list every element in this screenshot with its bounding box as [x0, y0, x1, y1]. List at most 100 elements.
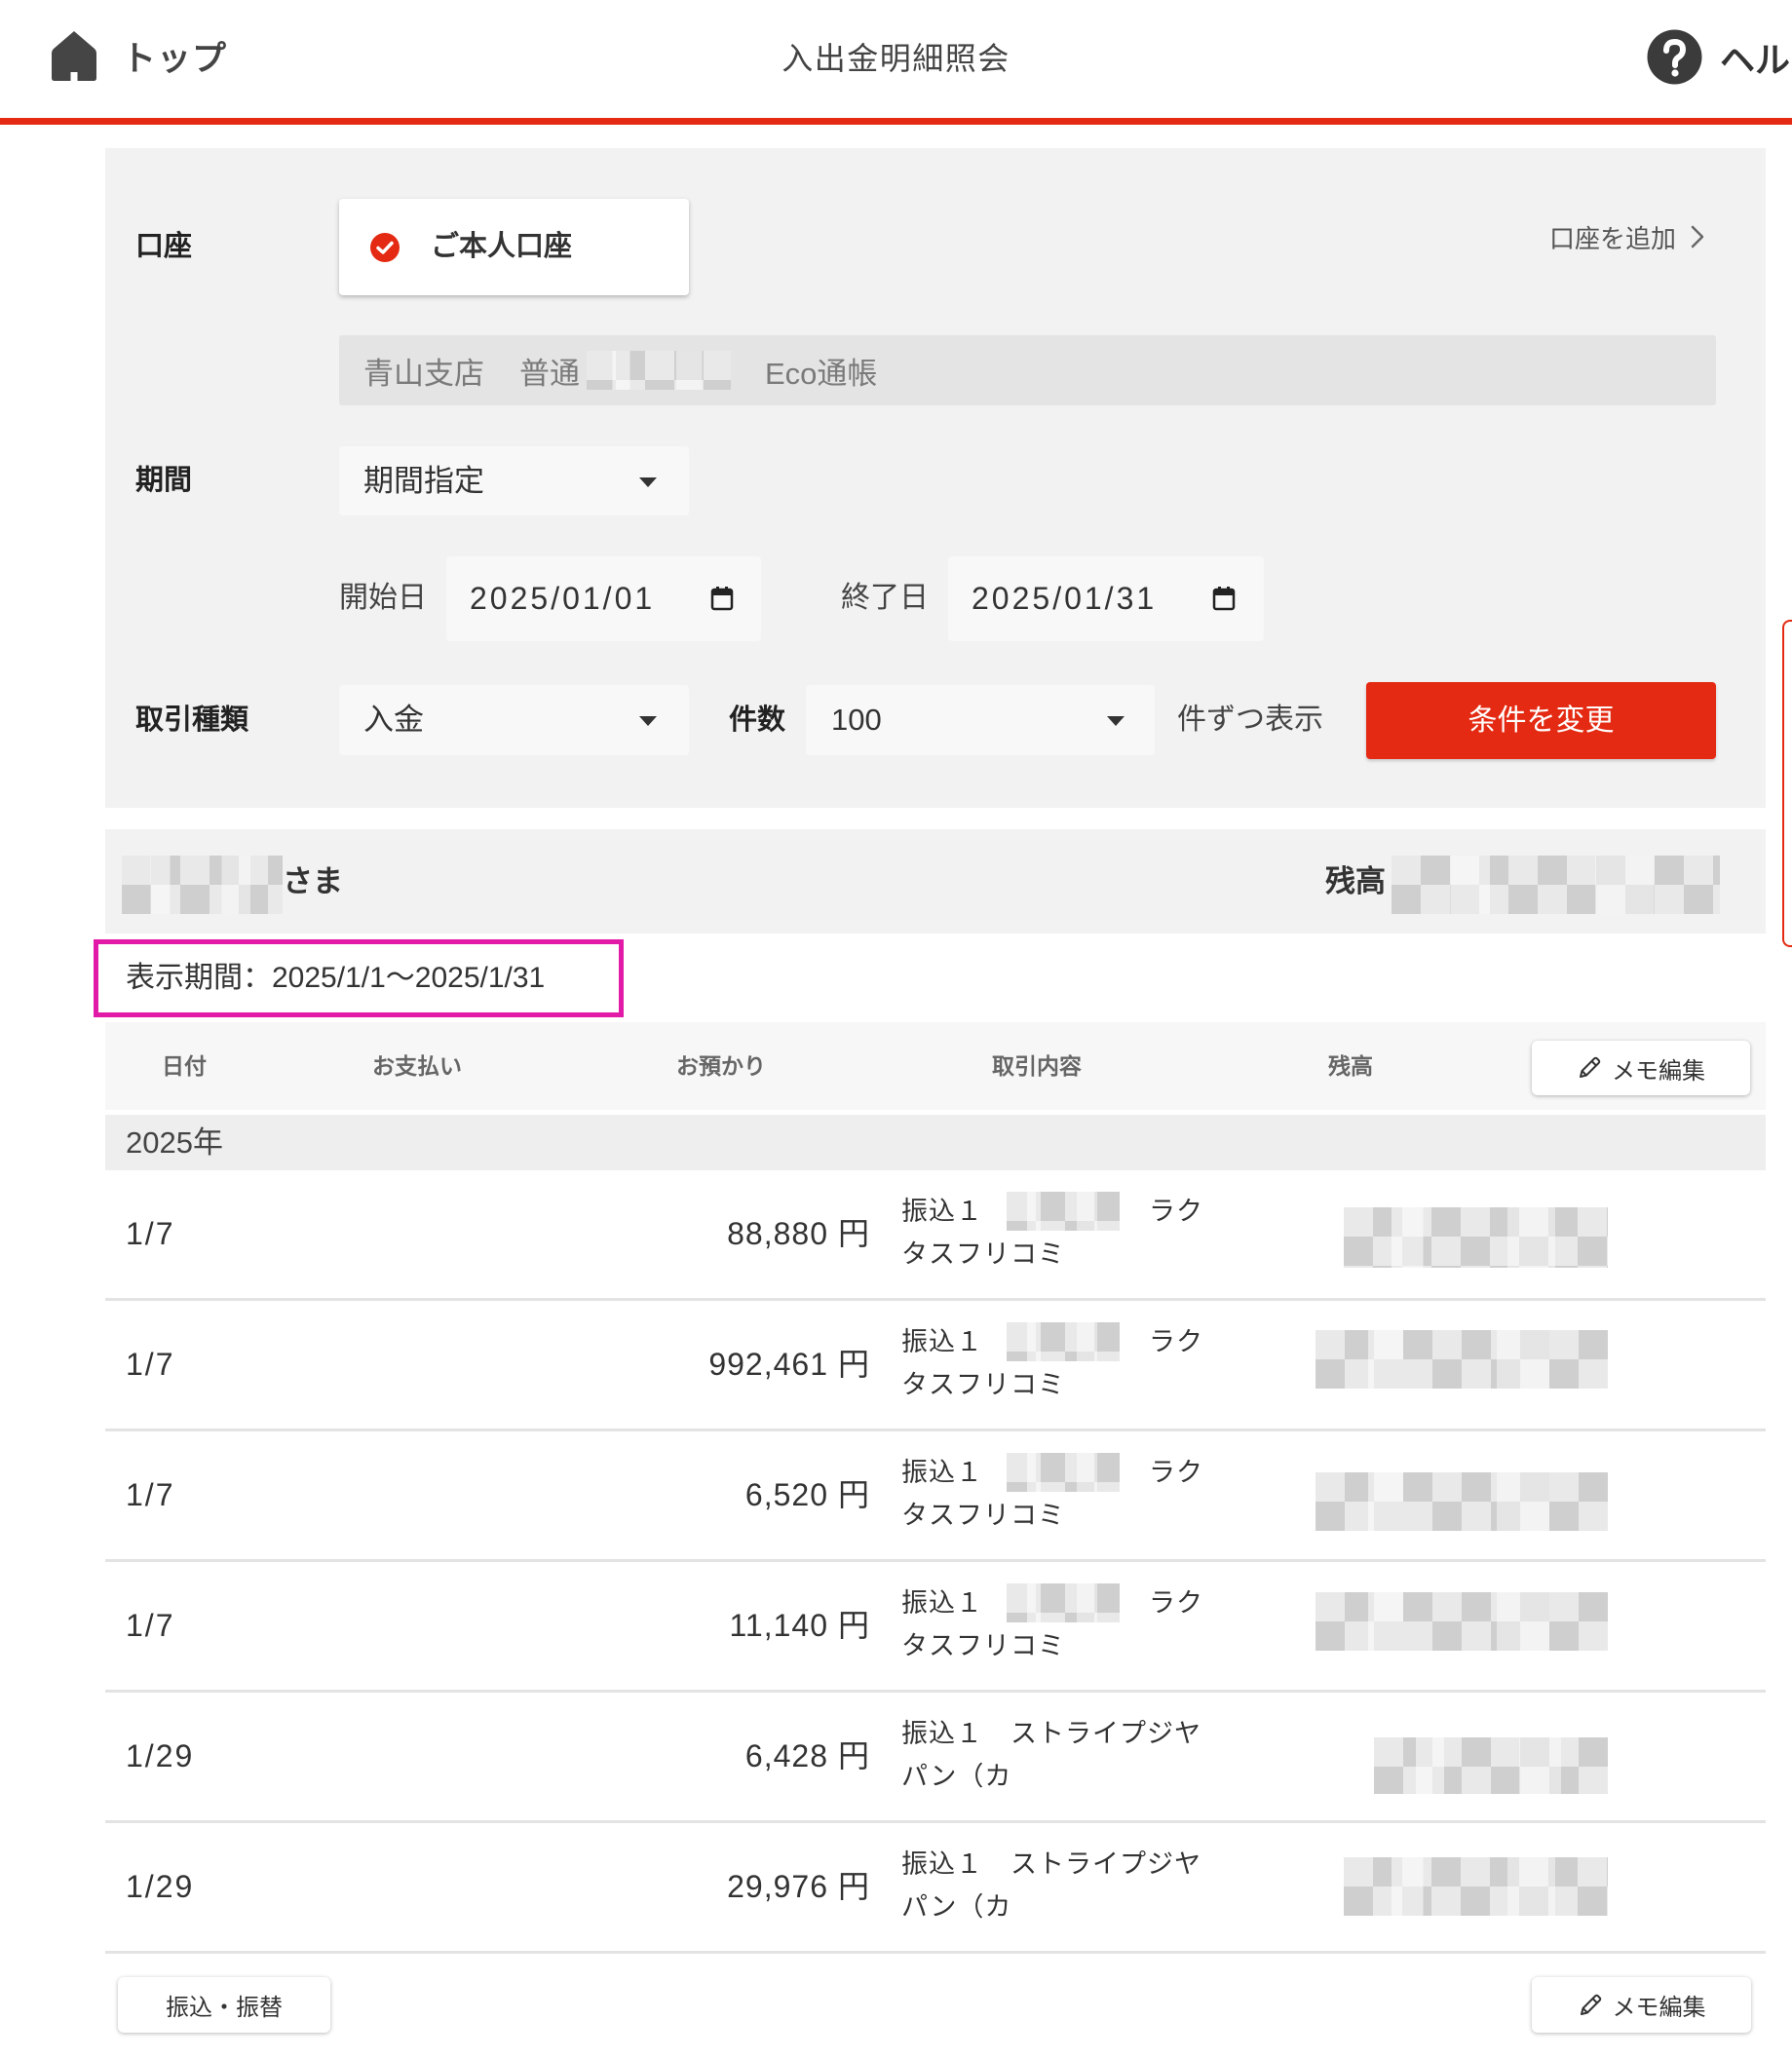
- amount-value: 992,461: [708, 1347, 828, 1382]
- account-info-bar: 青山支店 普通 Eco通帳: [339, 335, 1716, 405]
- start-date-input[interactable]: 2025/01/01: [446, 556, 761, 641]
- row-date: 1/7: [126, 1347, 175, 1382]
- chevron-right-icon: [1691, 225, 1704, 248]
- count-suffix: 件ずつ表示: [1177, 704, 1323, 736]
- add-account-link[interactable]: 口座を追加: [1549, 217, 1705, 256]
- calendar-icon[interactable]: [1212, 586, 1236, 611]
- help-link[interactable]: ヘル: [1647, 29, 1790, 85]
- calendar-icon[interactable]: [710, 586, 734, 611]
- amount-value: 6,428: [744, 1738, 828, 1773]
- table-header: 日付 お支払い お預かり 取引内容 残高 メモ編集: [105, 1022, 1766, 1110]
- description-line1-start: 振込１: [901, 1197, 983, 1226]
- account-option-label: ご本人口座: [431, 231, 573, 262]
- transfer-button-label: 振込・振替: [166, 1995, 283, 2021]
- memo-edit-label: メモ編集: [1612, 1995, 1706, 2021]
- description-redacted: [1007, 1192, 1120, 1231]
- row-date: 1/7: [126, 1608, 175, 1643]
- transaction-row: 1/7 992,461 円 振込１ ラク タスフリコミ: [105, 1301, 1766, 1431]
- memo-edit-button[interactable]: メモ編集: [1532, 1041, 1750, 1095]
- check-circle-icon: [370, 233, 400, 262]
- transaction-row: 1/7 6,520 円 振込１ ラク タスフリコミ: [105, 1431, 1766, 1562]
- memo-edit-label: メモ編集: [1612, 1057, 1705, 1085]
- year-group-row: 2025年: [105, 1115, 1766, 1170]
- transaction-type-value: 入金: [363, 703, 424, 737]
- description-line2: タスフリコミ: [901, 1239, 1065, 1269]
- row-balance-redacted: [1374, 1737, 1608, 1794]
- account-option-card[interactable]: ご本人口座: [339, 199, 689, 295]
- add-account-label: 口座を追加: [1548, 223, 1676, 253]
- memo-edit-button-bottom[interactable]: メモ編集: [1532, 1977, 1751, 2033]
- currency-unit: 円: [837, 1216, 870, 1251]
- column-date: 日付: [162, 1053, 207, 1079]
- row-deposit-amount: 11,140 円: [729, 1562, 870, 1690]
- description-line2: タスフリコミ: [901, 1631, 1065, 1660]
- period-select[interactable]: 期間指定: [339, 446, 689, 515]
- caret-down-icon: [639, 476, 657, 487]
- count-select[interactable]: 100: [806, 685, 1155, 755]
- floating-side-tab[interactable]: [1782, 620, 1792, 947]
- page-title: 入出金明細照会: [782, 41, 1010, 76]
- caret-down-icon: [639, 716, 657, 726]
- transaction-type-select[interactable]: 入金: [339, 685, 689, 755]
- row-description: 振込１ ラク タスフリコミ: [901, 1451, 1203, 1537]
- row-deposit-amount: 6,428 円: [745, 1693, 870, 1820]
- description-line1-start: 振込１: [901, 1588, 983, 1618]
- description-line2: パン（カ: [901, 1892, 1012, 1922]
- description-line1-start: 振込１: [901, 1327, 983, 1356]
- row-description: 振込１ ラク タスフリコミ: [901, 1320, 1203, 1406]
- transaction-row: 1/29 29,976 円 振込１ ストライプジヤ パン（カ: [105, 1823, 1766, 1954]
- row-date: 1/7: [126, 1216, 175, 1251]
- description-redacted: [1007, 1453, 1120, 1492]
- description-line1-end: ラク: [1149, 1327, 1203, 1356]
- transfer-button[interactable]: 振込・振替: [118, 1977, 330, 2033]
- change-conditions-button[interactable]: 条件を変更: [1366, 682, 1716, 759]
- period-label: 期間: [135, 465, 193, 496]
- holder-name-suffix: さま: [283, 864, 343, 898]
- amount-value: 88,880: [727, 1216, 828, 1251]
- balance-label: 残高: [1325, 864, 1386, 898]
- caret-down-icon: [1107, 716, 1125, 726]
- currency-unit: 円: [837, 1738, 870, 1773]
- display-period-highlight: 表示期間：2025/1/1〜2025/1/31: [94, 939, 624, 1017]
- account-branch: 青山支店: [363, 356, 484, 391]
- description-line1-end: ラク: [1149, 1458, 1203, 1487]
- pencil-icon: [1580, 1994, 1601, 2015]
- description-line1: 振込１ ストライプジヤ: [901, 1849, 1201, 1879]
- row-deposit-amount: 29,976 円: [727, 1823, 870, 1951]
- description-line1-start: 振込１: [901, 1458, 983, 1487]
- filter-panel: 口座 ご本人口座 口座を追加 青山支店 普通 Eco通帳 期間 期間指定 開始日…: [105, 148, 1766, 808]
- currency-unit: 円: [837, 1869, 870, 1904]
- transaction-row: 1/7 88,880 円 振込１ ラク タスフリコミ: [105, 1170, 1766, 1301]
- description-line2: パン（カ: [901, 1762, 1012, 1791]
- year-label: 2025年: [126, 1125, 223, 1160]
- row-balance-redacted: [1315, 1592, 1608, 1651]
- header-accent-line: [0, 118, 1792, 125]
- description-line2: タスフリコミ: [901, 1370, 1065, 1399]
- description-redacted: [1007, 1583, 1120, 1622]
- currency-unit: 円: [837, 1347, 870, 1382]
- start-date-label: 開始日: [339, 582, 427, 614]
- account-holder-bar: さま 残高: [105, 829, 1766, 934]
- count-select-value: 100: [831, 703, 882, 737]
- row-description: 振込１ ストライプジヤ パン（カ: [901, 1712, 1201, 1798]
- description-line1-end: ラク: [1149, 1197, 1203, 1226]
- row-balance-redacted: [1315, 1472, 1608, 1531]
- help-label: ヘル: [1720, 39, 1791, 80]
- column-deposit: お預かり: [676, 1053, 766, 1079]
- column-payment: お支払い: [372, 1053, 462, 1079]
- row-deposit-amount: 992,461 円: [708, 1301, 870, 1429]
- account-number-redacted: [587, 351, 731, 390]
- description-line1: 振込１ ストライプジヤ: [901, 1719, 1201, 1748]
- row-deposit-amount: 6,520 円: [745, 1431, 870, 1559]
- help-icon: [1647, 29, 1702, 85]
- description-redacted: [1007, 1322, 1120, 1361]
- account-passbook: Eco通帳: [765, 356, 878, 391]
- end-date-input[interactable]: 2025/01/31: [948, 556, 1264, 641]
- row-deposit-amount: 88,880 円: [727, 1170, 870, 1298]
- description-line2: タスフリコミ: [901, 1501, 1065, 1530]
- balance-redacted: [1392, 856, 1720, 914]
- start-date-value: 2025/01/01: [470, 581, 656, 616]
- amount-value: 29,976: [727, 1869, 828, 1904]
- transaction-row: 1/29 6,428 円 振込１ ストライプジヤ パン（カ: [105, 1693, 1766, 1823]
- currency-unit: 円: [837, 1477, 870, 1512]
